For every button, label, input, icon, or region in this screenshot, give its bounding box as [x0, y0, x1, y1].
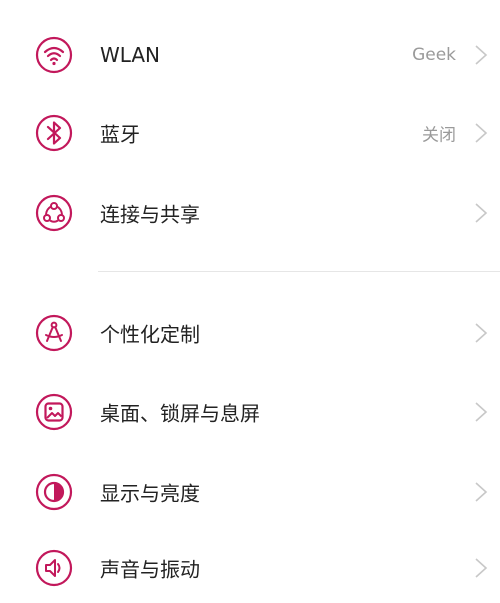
chevron-right-icon	[474, 557, 488, 579]
settings-item-label: 个性化定制	[100, 322, 200, 347]
settings-item-label: 连接与共享	[100, 202, 200, 227]
settings-item-bluetooth[interactable]: 蓝牙 关闭	[0, 98, 500, 168]
section-divider	[98, 271, 500, 272]
wallpaper-icon	[34, 392, 74, 432]
settings-item-personalization[interactable]: 个性化定制	[0, 298, 500, 368]
chevron-right-icon	[474, 481, 488, 503]
settings-item-label: WLAN	[100, 43, 161, 67]
settings-item-connection-sharing[interactable]: 连接与共享	[0, 178, 500, 248]
wifi-icon	[34, 35, 74, 75]
share-icon	[34, 193, 74, 233]
sound-icon	[34, 548, 74, 588]
settings-item-sound-vibration[interactable]: 声音与振动	[0, 533, 500, 603]
chevron-right-icon	[474, 401, 488, 423]
chevron-right-icon	[474, 44, 488, 66]
settings-item-wlan[interactable]: WLAN Geek	[0, 20, 500, 90]
settings-item-value: 关闭	[422, 125, 456, 146]
settings-item-desktop-lockscreen[interactable]: 桌面、锁屏与息屏	[0, 377, 500, 447]
settings-item-label: 蓝牙	[100, 122, 140, 147]
settings-item-display-brightness[interactable]: 显示与亮度	[0, 457, 500, 527]
settings-item-label: 声音与振动	[100, 557, 200, 582]
settings-item-label: 桌面、锁屏与息屏	[100, 401, 260, 426]
settings-item-value: Geek	[412, 45, 456, 65]
bluetooth-icon	[34, 113, 74, 153]
settings-item-label: 显示与亮度	[100, 481, 200, 506]
personalize-icon	[34, 313, 74, 353]
brightness-icon	[34, 472, 74, 512]
chevron-right-icon	[474, 322, 488, 344]
chevron-right-icon	[474, 122, 488, 144]
chevron-right-icon	[474, 202, 488, 224]
